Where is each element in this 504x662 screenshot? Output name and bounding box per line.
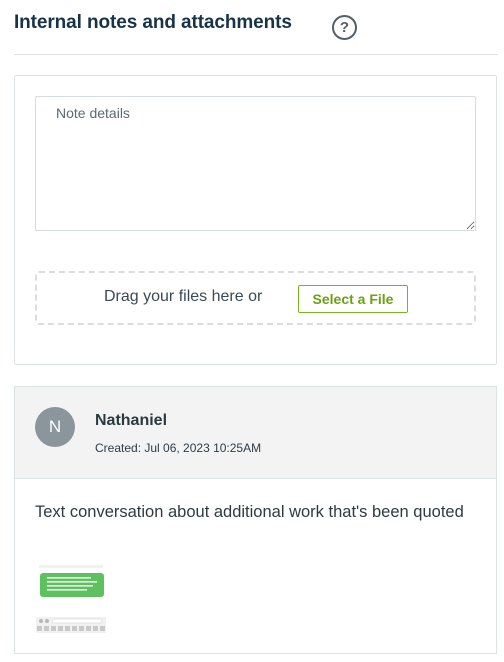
- section-title: Internal notes and attachments: [14, 12, 292, 33]
- note-details-input[interactable]: [35, 96, 476, 231]
- note-card: N Nathaniel Created: Jul 06, 2023 10:25A…: [14, 386, 497, 654]
- dropzone-text: Drag your files here or: [104, 288, 263, 305]
- question-circle-icon[interactable]: ?: [332, 15, 357, 40]
- note-created-date: Created: Jul 06, 2023 10:25AM: [95, 441, 262, 455]
- attachment-thumbnail[interactable]: [35, 563, 107, 635]
- message-line: [47, 577, 91, 579]
- thumbnail-status-bar: [39, 565, 103, 568]
- keyboard-key: [45, 619, 49, 623]
- message-line: [47, 581, 97, 583]
- section-header: Internal notes and attachments ?: [14, 10, 498, 55]
- avatar: N: [35, 407, 75, 447]
- message-line: [47, 589, 87, 591]
- message-line: [47, 585, 93, 587]
- select-file-button[interactable]: Select a File: [298, 285, 408, 313]
- note-header: N Nathaniel Created: Jul 06, 2023 10:25A…: [15, 387, 496, 479]
- keyboard-key: [39, 619, 43, 623]
- file-dropzone[interactable]: Drag your files here or Select a File: [35, 271, 476, 325]
- note-author: Nathaniel: [95, 412, 168, 429]
- note-composer: Drag your files here or Select a File: [14, 75, 497, 365]
- note-body: Text conversation about additional work …: [35, 503, 464, 521]
- message-input-bar: [51, 618, 103, 624]
